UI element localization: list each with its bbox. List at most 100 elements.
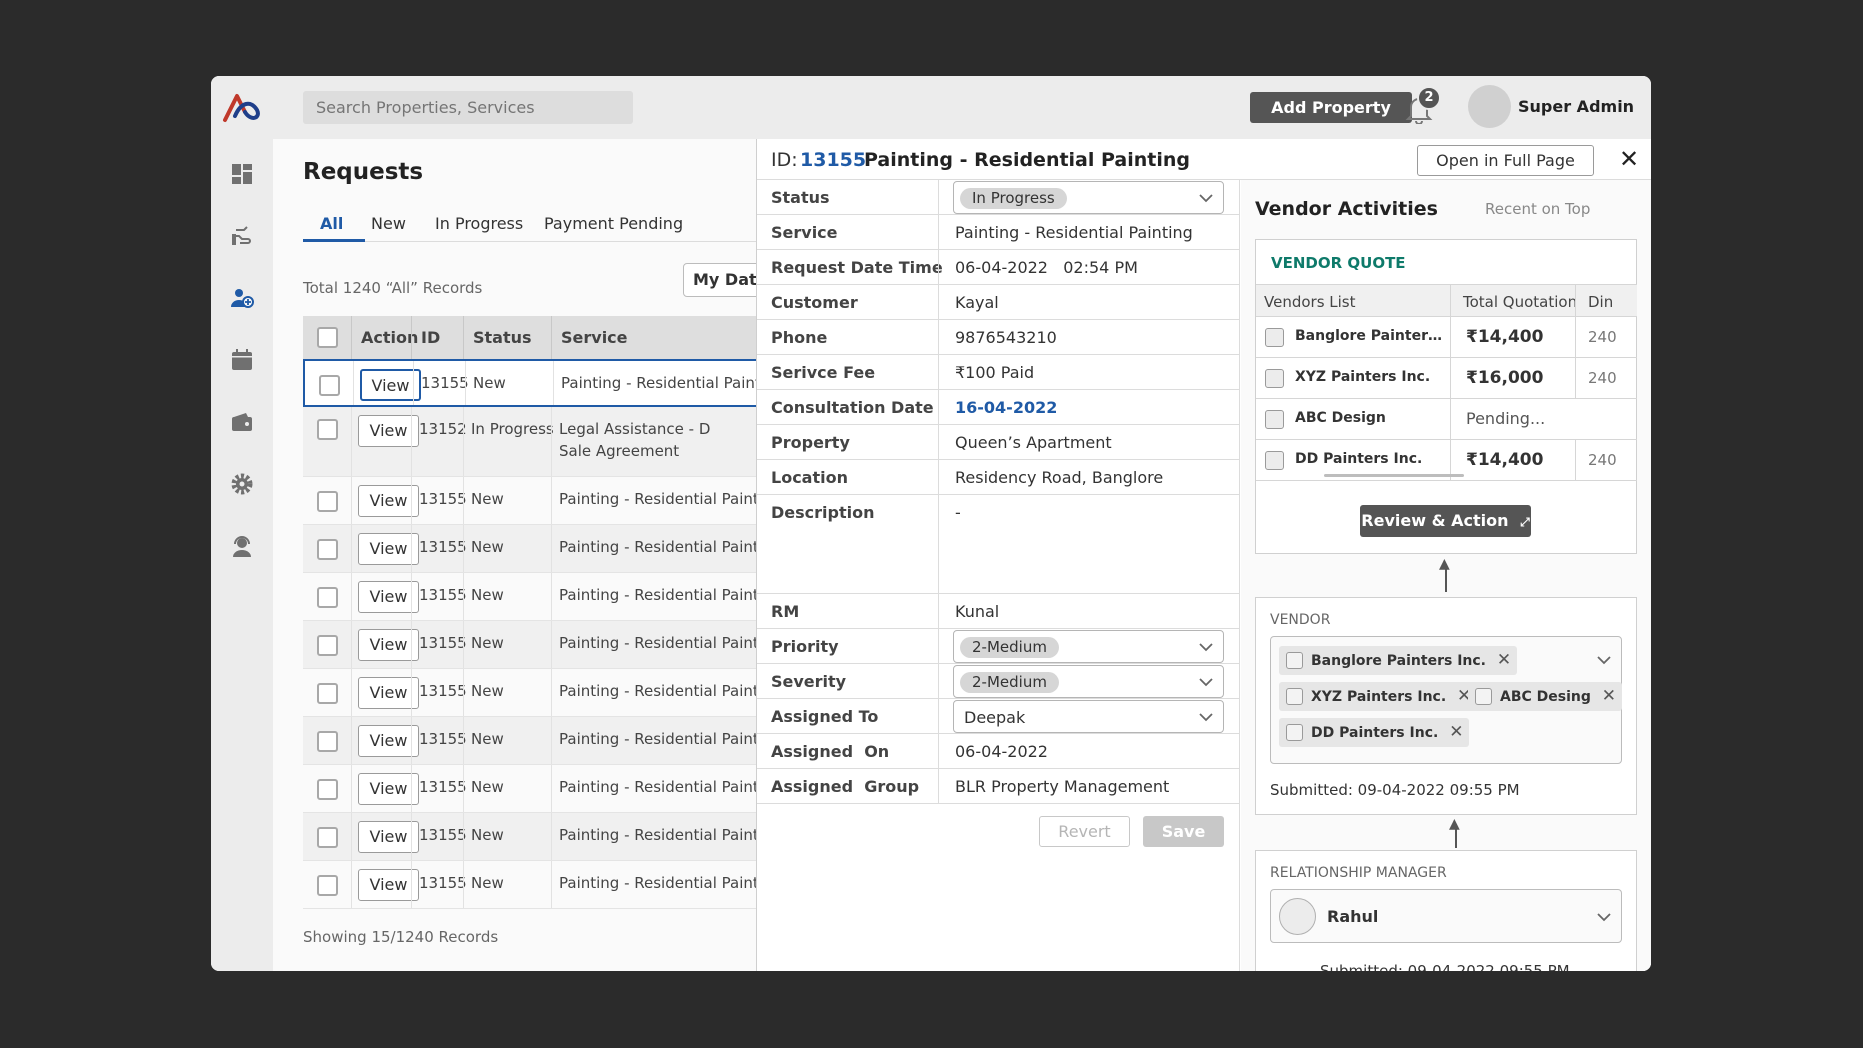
save-button[interactable]: Save [1143, 816, 1224, 847]
status-select[interactable]: In Progress [953, 181, 1224, 214]
table-row[interactable]: View 13155 New Painting - Residential Paint… [303, 525, 782, 573]
search-input[interactable] [303, 91, 633, 124]
chevron-down-icon [1199, 678, 1213, 687]
row-checkbox[interactable] [319, 374, 340, 396]
priority-chip: 2-Medium [960, 637, 1059, 658]
field-label: Consultation Date [771, 398, 934, 417]
remove-tag-icon[interactable]: ✕ [1602, 682, 1616, 711]
vendor-quote-row[interactable]: XYZ Painters Inc. ₹16,000 240 [1256, 358, 1637, 399]
vendor-tag-label: XYZ Painters Inc. [1311, 689, 1447, 705]
request-service: Painting - Residential Painting [561, 374, 784, 392]
view-button[interactable]: View [358, 485, 419, 517]
column-header-service[interactable]: Service [561, 328, 628, 347]
view-button[interactable]: View [358, 677, 419, 709]
table-row[interactable]: View 13152 In Progress Legal Assistance - D… [303, 407, 773, 477]
request-id: 13152 [419, 420, 467, 438]
row-checkbox[interactable] [317, 826, 338, 848]
dashboard-icon[interactable] [230, 162, 254, 186]
consultation-date-link[interactable]: 16-04-2022 [955, 398, 1057, 417]
review-action-button[interactable]: Review & Action ⤢ [1360, 505, 1531, 537]
field-divider [938, 734, 939, 768]
row-checkbox[interactable] [317, 874, 338, 896]
view-button[interactable]: View [358, 415, 419, 447]
remove-tag-icon[interactable]: ✕ [1449, 718, 1463, 747]
revert-button[interactable]: Revert [1039, 816, 1130, 847]
column-divider [553, 361, 554, 405]
tab-new[interactable]: New [371, 214, 406, 233]
user-name[interactable]: Super Admin [1518, 97, 1634, 116]
row-checkbox[interactable] [317, 778, 338, 800]
horizontal-scrollbar[interactable] [1324, 474, 1464, 477]
calendar-icon[interactable] [230, 348, 254, 372]
column-divider [463, 861, 464, 908]
row-checkbox[interactable] [317, 634, 338, 656]
column-divider [351, 621, 352, 668]
table-row[interactable]: View 13155 New Painting - Residential Paint… [303, 621, 782, 669]
vendor-quote-row[interactable]: ABC Design Pending... [1256, 399, 1637, 440]
rm-select[interactable]: Rahul [1270, 889, 1622, 943]
view-button[interactable]: View [358, 581, 419, 613]
add-property-button[interactable]: Add Property [1250, 92, 1412, 123]
column-header-action[interactable]: Action [361, 328, 418, 347]
column-header-status[interactable]: Status [473, 328, 532, 347]
chevron-down-icon[interactable] [1596, 652, 1612, 668]
table-row[interactable]: View 13155 New Painting - Residential Paint… [303, 669, 782, 717]
image-icon [1286, 652, 1303, 669]
table-row[interactable]: View 13155 New Painting - Residential Paint… [303, 765, 782, 813]
avatar[interactable] [1468, 85, 1511, 128]
request-status: New [471, 730, 504, 748]
view-button[interactable]: View [358, 869, 419, 901]
view-button[interactable]: View [358, 629, 419, 661]
row-checkbox[interactable] [317, 586, 338, 608]
field-divider [938, 594, 939, 628]
settings-icon[interactable] [230, 472, 254, 496]
view-button[interactable]: View [358, 725, 419, 757]
field-service: Service Painting - Residential Painting [757, 215, 1240, 250]
vendor-tag: DD Painters Inc. ✕ [1279, 718, 1470, 747]
view-button[interactable]: View [360, 369, 421, 401]
column-header-id[interactable]: ID [421, 328, 440, 347]
table-row[interactable]: View 13155 New Painting - Residential Paint… [303, 573, 782, 621]
sort-order-toggle[interactable]: Recent on Top [1485, 200, 1590, 218]
row-checkbox[interactable] [317, 730, 338, 752]
request-status: New [471, 874, 504, 892]
request-status: New [471, 778, 504, 796]
support-icon[interactable] [230, 534, 254, 558]
table-row[interactable]: View 13155 New Painting - Residential Paint… [303, 477, 782, 525]
column-divider [1575, 317, 1576, 357]
tab-payment-pending[interactable]: Payment Pending [544, 214, 683, 233]
column-divider [351, 407, 352, 476]
vendor-quote-row[interactable]: Banglore Painters Inc. ₹14,400 240 [1256, 317, 1637, 358]
row-checkbox[interactable] [317, 419, 338, 440]
wallet-icon[interactable] [230, 410, 254, 434]
close-icon[interactable]: ✕ [1619, 145, 1639, 173]
tab-in-progress[interactable]: In Progress [435, 214, 523, 233]
field-label: Phone [771, 328, 828, 347]
severity-select[interactable]: 2-Medium [953, 665, 1224, 698]
view-button[interactable]: View [358, 821, 419, 853]
table-row[interactable]: View 13155 New Painting - Residential Paint… [303, 861, 782, 909]
row-checkbox[interactable] [317, 490, 338, 512]
select-all-checkbox[interactable] [317, 327, 338, 348]
tab-all[interactable]: All [320, 214, 343, 233]
table-row[interactable]: View 13155 New Painting - Residential Paint… [303, 359, 784, 407]
users-icon[interactable] [230, 286, 254, 310]
remove-tag-icon[interactable]: ✕ [1497, 646, 1511, 675]
column-divider [551, 765, 552, 812]
services-icon[interactable] [230, 224, 254, 248]
chevron-down-icon [1199, 643, 1213, 652]
view-button[interactable]: View [358, 533, 419, 565]
row-checkbox[interactable] [317, 538, 338, 560]
priority-select[interactable]: 2-Medium [953, 630, 1224, 663]
open-full-page-button[interactable]: Open in Full Page [1417, 145, 1594, 176]
vendor-multiselect[interactable]: Banglore Painters Inc. ✕ XYZ Painters In… [1270, 636, 1623, 764]
table-row[interactable]: View 13155 New Painting - Residential Paint… [303, 813, 782, 861]
column-divider [551, 717, 552, 764]
logo-icon[interactable] [221, 90, 263, 124]
column-divider [351, 525, 352, 572]
view-button[interactable]: View [358, 773, 419, 805]
row-checkbox[interactable] [317, 682, 338, 704]
column-divider [463, 669, 464, 716]
assigned-to-select[interactable]: Deepak [953, 700, 1224, 733]
table-row[interactable]: View 13155 New Painting - Residential Paint… [303, 717, 782, 765]
